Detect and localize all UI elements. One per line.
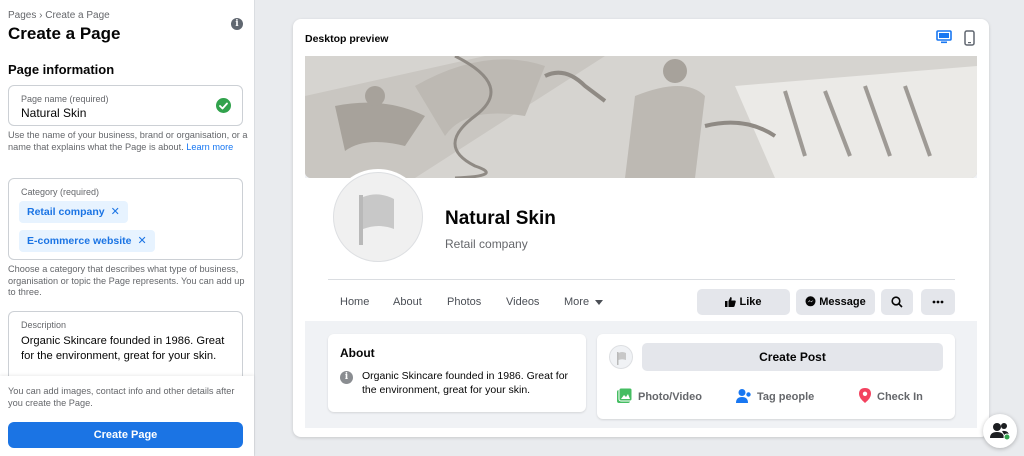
check-circle-icon: [216, 98, 231, 113]
nav-more[interactable]: More: [564, 296, 604, 308]
nav-videos[interactable]: Videos: [506, 296, 539, 308]
footer-note: You can add images, contact info and oth…: [8, 386, 235, 408]
category-label: Category (required): [21, 187, 100, 197]
tag-people-button[interactable]: Tag people: [736, 388, 814, 406]
learn-more-link[interactable]: Learn more: [186, 142, 233, 152]
page-name-field[interactable]: Page name (required) Natural Skin: [8, 85, 243, 126]
section-title: Page information: [8, 62, 115, 77]
mobile-icon[interactable]: [964, 30, 975, 51]
search-button[interactable]: [881, 289, 913, 315]
thumbs-up-icon: [725, 296, 737, 307]
messenger-icon: [805, 295, 816, 306]
info-icon[interactable]: i: [231, 18, 243, 30]
about-text: Organic Skincare founded in 1986. Great …: [362, 370, 569, 396]
breadcrumb[interactable]: Pages › Create a Page: [8, 10, 110, 21]
people-icon: [990, 423, 1011, 441]
avatar: [609, 345, 633, 369]
photo-icon: [617, 387, 633, 404]
category-chip-retail[interactable]: Retail company ✕: [19, 201, 128, 223]
divider: [328, 279, 955, 280]
avatar[interactable]: [333, 172, 423, 262]
remove-icon[interactable]: ✕: [137, 235, 146, 247]
nav-photos[interactable]: Photos: [447, 296, 481, 308]
create-post-button[interactable]: Create Post: [642, 343, 943, 371]
chip-label: Retail company: [27, 206, 105, 218]
check-in-label: Check In: [877, 391, 923, 403]
about-card: About i Organic Skincare founded in 1986…: [328, 334, 586, 412]
info-icon: i: [340, 371, 353, 384]
footer: You can add images, contact info and oth…: [0, 376, 254, 456]
description-label: Description: [21, 320, 67, 330]
category-chip-ecommerce[interactable]: E-commerce website ✕: [19, 230, 155, 252]
page-name-label: Page name (required): [21, 94, 109, 104]
create-page-button[interactable]: Create Page: [8, 422, 243, 448]
preview-title: Desktop preview: [305, 33, 389, 45]
description-value[interactable]: Organic Skincare founded in 1986. Great …: [21, 334, 236, 364]
page-title: Create a Page: [8, 24, 121, 43]
more-options-button[interactable]: [921, 289, 955, 315]
message-button[interactable]: Message: [796, 289, 875, 315]
create-page-panel: Pages › Create a Page Create a Page i Pa…: [0, 0, 255, 456]
tag-people-icon: [736, 389, 751, 404]
photo-video-label: Photo/Video: [638, 391, 702, 403]
flag-icon: [617, 352, 626, 365]
remove-icon[interactable]: ✕: [111, 206, 120, 218]
photo-video-button[interactable]: Photo/Video: [617, 387, 702, 406]
chevron-down-icon: [595, 299, 604, 305]
tag-people-label: Tag people: [757, 391, 815, 403]
chip-label: E-commerce website: [27, 235, 132, 247]
like-button[interactable]: Like: [697, 289, 790, 315]
page-preview: Natural Skin Retail company Home About P…: [305, 56, 977, 428]
page-category: Retail company: [445, 237, 528, 251]
location-pin-icon: [859, 388, 871, 404]
preview-card: Desktop preview Natural Skin Retail comp…: [293, 19, 989, 437]
nav-home[interactable]: Home: [340, 296, 369, 308]
page-name-help: Use the name of your business, brand or …: [8, 130, 248, 153]
ellipsis-icon: [932, 300, 944, 304]
cover-photo: [305, 56, 977, 178]
category-help: Choose a category that describes what ty…: [8, 264, 245, 297]
desktop-icon[interactable]: [936, 30, 952, 49]
message-label: Message: [819, 296, 866, 308]
description-field[interactable]: Description Organic Skincare founded in …: [8, 311, 243, 381]
check-in-button[interactable]: Check In: [859, 388, 923, 406]
nav-about[interactable]: About: [393, 296, 422, 308]
category-field[interactable]: Category (required) Retail company ✕ E-co…: [8, 178, 243, 260]
page-name: Natural Skin: [445, 208, 556, 229]
create-post-card: Create Post Photo/Video Tag people Check…: [597, 334, 955, 419]
people-chat-button[interactable]: [983, 414, 1017, 448]
like-label: Like: [739, 296, 762, 308]
nav-more-label: More: [564, 296, 590, 308]
flag-icon: [359, 194, 394, 245]
about-title: About: [340, 346, 375, 360]
search-icon: [891, 296, 903, 308]
page-name-value[interactable]: Natural Skin: [21, 106, 86, 120]
